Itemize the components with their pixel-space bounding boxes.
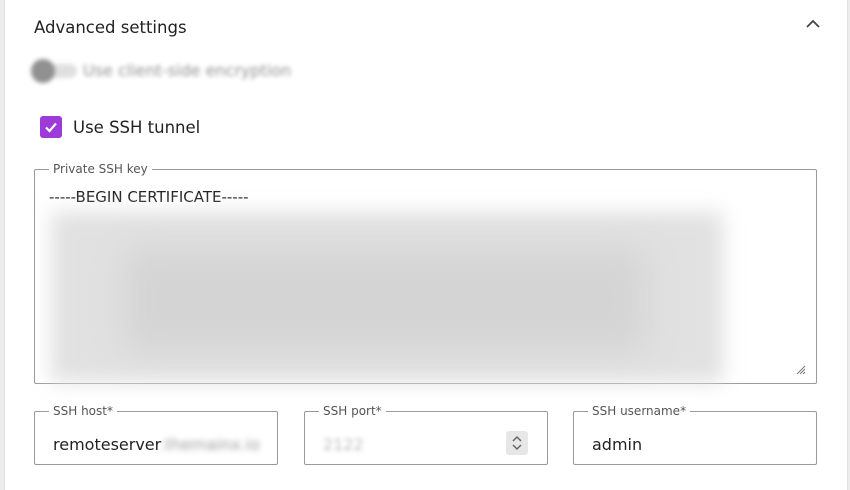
ssh-host-value-visible: remoteserver: [53, 435, 160, 454]
ssh-username-value[interactable]: admin: [592, 435, 642, 454]
redacted-key-content-inner: [125, 250, 645, 350]
resize-grip-icon[interactable]: [796, 365, 806, 375]
ssh-username-legend: SSH username*: [592, 404, 687, 418]
section-title: Advanced settings: [34, 18, 187, 37]
private-key-legend: Private SSH key: [53, 162, 148, 176]
toggle-label: Use client-side encryption: [83, 61, 292, 80]
checkbox-box[interactable]: [40, 116, 62, 138]
use-ssh-tunnel-checkbox[interactable]: Use SSH tunnel: [40, 116, 200, 138]
advanced-settings-panel: Advanced settings Use client-side encryp…: [4, 0, 848, 490]
toggle-knob: [31, 58, 55, 83]
port-stepper[interactable]: [506, 431, 528, 455]
checkbox-label: Use SSH tunnel: [73, 117, 201, 137]
stepper-icon: [512, 435, 522, 451]
ssh-port-value[interactable]: 2122: [323, 435, 364, 454]
ssh-host-value-redacted: .themainx.io: [159, 435, 260, 454]
ssh-host-value[interactable]: remoteserver.themainx.io: [53, 435, 260, 454]
toggle-track: [31, 58, 77, 83]
ssh-username-field[interactable]: SSH username* admin: [573, 405, 817, 465]
ssh-port-legend: SSH port*: [323, 404, 382, 418]
private-ssh-key-field[interactable]: Private SSH key -----BEGIN CERTIFICATE--…: [34, 163, 817, 384]
ssh-host-field[interactable]: SSH host* remoteserver.themainx.io: [34, 405, 278, 465]
client-side-encryption-toggle[interactable]: Use client-side encryption: [31, 58, 292, 83]
ssh-host-legend: SSH host*: [53, 404, 113, 418]
private-key-first-line: -----BEGIN CERTIFICATE-----: [49, 188, 249, 206]
chevron-up-icon[interactable]: [803, 14, 823, 34]
check-icon: [45, 122, 57, 133]
ssh-port-field[interactable]: SSH port* 2122: [304, 405, 548, 465]
